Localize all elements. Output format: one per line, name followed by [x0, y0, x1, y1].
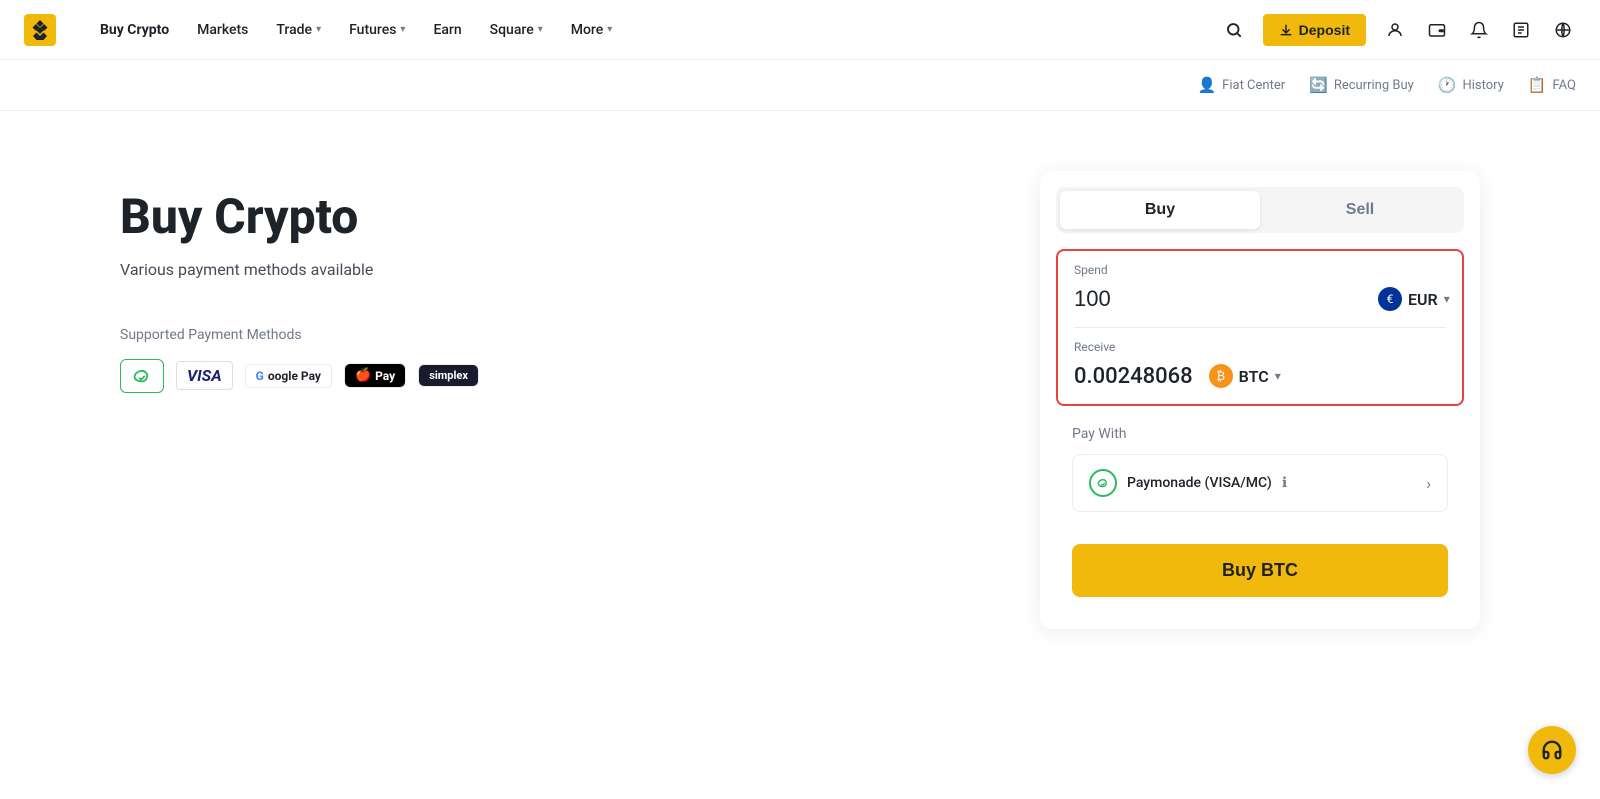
nav-menu: Buy Crypto Markets Trade ▾ Futures ▾ Ear… [88, 14, 1221, 46]
hero-subtitle: Various payment methods available [120, 260, 960, 279]
pay-method-row[interactable]: Paymonade (VISA/MC) ℹ › [1072, 454, 1448, 512]
payment-methods-label: Supported Payment Methods [120, 327, 960, 343]
wallet-button[interactable] [1424, 17, 1450, 43]
user-icon [1386, 21, 1404, 39]
form-area: Spend € EUR ▾ Receive [1040, 233, 1480, 629]
sell-tab[interactable]: Sell [1260, 191, 1460, 229]
sub-navbar: 👤 Fiat Center 🔄 Recurring Buy 🕐 History … [0, 60, 1600, 111]
receive-label: Receive [1074, 340, 1446, 354]
notifications-button[interactable] [1466, 17, 1492, 43]
square-chevron-icon: ▾ [538, 24, 543, 35]
receive-row: 0.00248068 ₿ BTC ▾ [1074, 360, 1446, 392]
nav-earn[interactable]: Earn [421, 14, 473, 46]
hero-title: Buy Crypto [120, 191, 960, 244]
bell-icon [1470, 21, 1488, 39]
visa-icon: VISA [176, 361, 233, 390]
chat-button[interactable] [1528, 726, 1576, 774]
trade-section: Buy Sell Spend € EUR ▾ [1040, 171, 1480, 629]
orders-icon [1512, 21, 1530, 39]
navbar-right: Deposit [1221, 14, 1576, 46]
receive-currency-name: BTC [1239, 367, 1269, 386]
wallet-icon [1428, 21, 1446, 39]
pay-method-info-icon[interactable]: ℹ [1282, 475, 1287, 491]
fiat-center-icon: 👤 [1197, 76, 1216, 94]
language-button[interactable] [1550, 17, 1576, 43]
pay-method-paymonade-icon [1089, 469, 1117, 497]
faq-icon: 📋 [1528, 76, 1547, 94]
receive-currency-selector[interactable]: ₿ BTC ▾ [1201, 360, 1289, 392]
nav-square[interactable]: Square ▾ [478, 14, 555, 46]
spend-currency-name: EUR [1408, 290, 1438, 309]
globe-icon [1554, 21, 1572, 39]
nav-buy-crypto[interactable]: Buy Crypto [88, 14, 181, 46]
payment-icons: VISA Google Pay 🍎 Pay simplex [120, 359, 960, 393]
headphones-icon [1541, 739, 1563, 761]
nav-trade[interactable]: Trade ▾ [264, 14, 333, 46]
receive-currency-chevron-icon: ▾ [1275, 369, 1281, 383]
receive-group: Receive 0.00248068 ₿ BTC ▾ [1058, 328, 1462, 404]
hero-section: Buy Crypto Various payment methods avail… [120, 171, 960, 393]
futures-chevron-icon: ▾ [400, 24, 405, 35]
simplex-icon: simplex [418, 364, 479, 387]
pay-method-name: Paymonade (VISA/MC) [1127, 475, 1272, 491]
spend-input[interactable] [1074, 286, 1362, 312]
spend-currency-selector[interactable]: € EUR ▾ [1370, 283, 1458, 315]
nav-more[interactable]: More ▾ [559, 14, 625, 46]
paymonade-icon [120, 359, 164, 393]
buy-button[interactable]: Buy BTC [1072, 544, 1448, 597]
paymonade-small-icon [1096, 476, 1110, 490]
spend-group: Spend € EUR ▾ [1058, 251, 1462, 327]
pay-method-arrow-icon: › [1426, 474, 1431, 493]
tab-header: Buy Sell [1056, 187, 1464, 233]
btc-icon: ₿ [1209, 364, 1233, 388]
deposit-button[interactable]: Deposit [1263, 14, 1366, 46]
spend-label: Spend [1074, 263, 1446, 277]
pay-with-label: Pay With [1072, 426, 1448, 442]
eur-icon: € [1378, 287, 1402, 311]
orders-button[interactable] [1508, 17, 1534, 43]
sub-nav-history[interactable]: 🕐 History [1438, 72, 1504, 98]
logo[interactable] [24, 14, 56, 46]
paymonade-svg-icon [131, 365, 153, 387]
spend-row: € EUR ▾ [1074, 283, 1446, 315]
trade-chevron-icon: ▾ [316, 24, 321, 35]
search-button[interactable] [1221, 17, 1247, 43]
buy-tab[interactable]: Buy [1060, 191, 1260, 229]
search-icon [1225, 21, 1243, 39]
applepay-icon: 🍎 Pay [344, 363, 406, 388]
spend-currency-chevron-icon: ▾ [1444, 292, 1450, 306]
recurring-buy-icon: 🔄 [1309, 76, 1328, 94]
more-chevron-icon: ▾ [607, 24, 612, 35]
navbar: Buy Crypto Markets Trade ▾ Futures ▾ Ear… [0, 0, 1600, 60]
main-content: Buy Crypto Various payment methods avail… [0, 111, 1600, 799]
sub-nav-recurring-buy[interactable]: 🔄 Recurring Buy [1309, 72, 1414, 98]
nav-futures[interactable]: Futures ▾ [337, 14, 417, 46]
sub-nav-fiat-center[interactable]: 👤 Fiat Center [1197, 72, 1285, 98]
receive-value: 0.00248068 [1074, 364, 1193, 389]
sub-nav-faq[interactable]: 📋 FAQ [1528, 72, 1576, 98]
pay-method-left: Paymonade (VISA/MC) ℹ [1089, 469, 1287, 497]
profile-button[interactable] [1382, 17, 1408, 43]
pay-with-section: Pay With Paymonade (VISA/MC) ℹ [1056, 406, 1464, 544]
download-icon [1279, 23, 1293, 37]
trade-card: Buy Sell Spend € EUR ▾ [1040, 171, 1480, 629]
history-icon: 🕐 [1438, 76, 1457, 94]
nav-markets[interactable]: Markets [185, 14, 260, 46]
binance-logo-icon [24, 14, 56, 46]
spend-receive-group: Spend € EUR ▾ Receive [1056, 249, 1464, 406]
googlepay-icon: Google Pay [245, 364, 332, 388]
